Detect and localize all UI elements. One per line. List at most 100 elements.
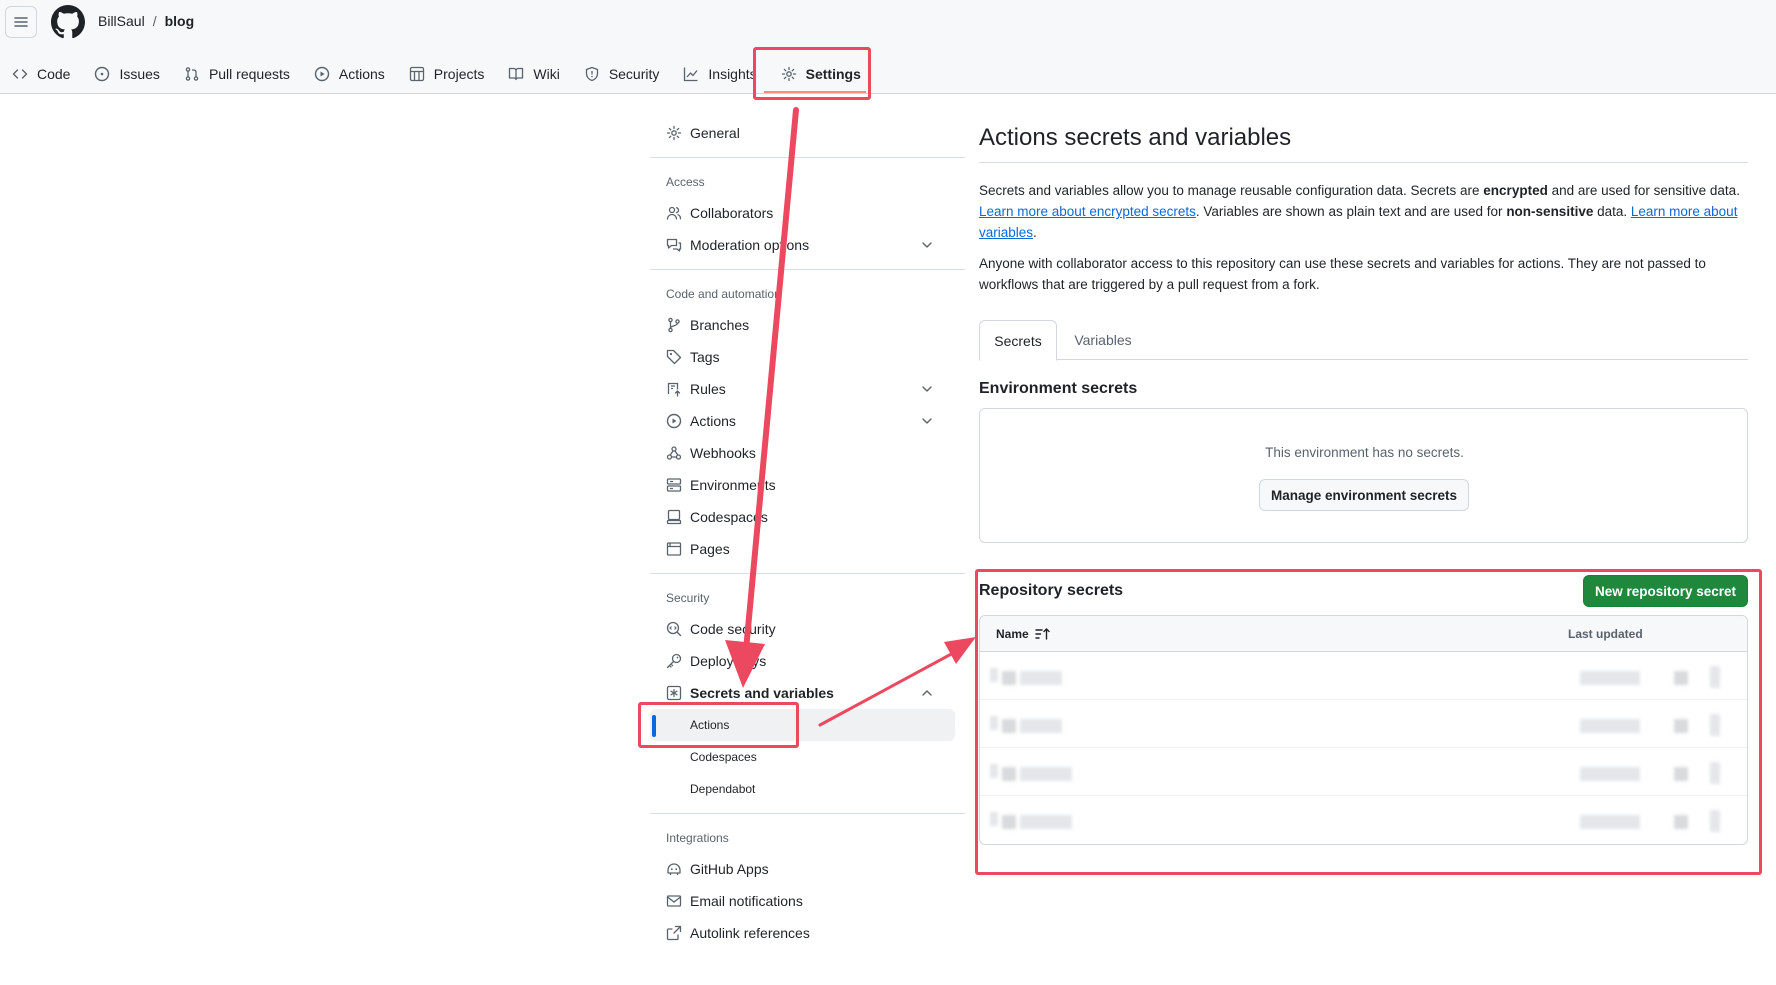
sidebar-item-actions[interactable]: Actions [650, 405, 955, 437]
redacted-block [990, 812, 998, 826]
repo-header: BillSaul / blog Code Issues Pull request… [0, 0, 1776, 94]
chevron-down-icon [922, 386, 932, 392]
menu-button[interactable] [5, 6, 37, 38]
sidebar-item-label: Secrets and variables [690, 685, 834, 701]
sidebar-item-rules[interactable]: Rules [650, 373, 955, 405]
sidebar-divider [650, 813, 965, 814]
sidebar-item-tags[interactable]: Tags [650, 341, 955, 373]
repo-link[interactable]: blog [165, 13, 195, 29]
sidebar-item-label: Rules [690, 381, 726, 397]
tab-projects[interactable]: Projects [397, 58, 497, 90]
sidebar-item-environments[interactable]: Environments [650, 469, 955, 501]
issue-icon [95, 66, 110, 82]
browser-icon [666, 542, 682, 556]
description-bold: encrypted [1483, 183, 1548, 198]
sidebar-divider [650, 573, 965, 574]
people-icon [666, 206, 682, 220]
page-title: Actions secrets and variables [979, 124, 1292, 151]
sidebar-item-collaborators[interactable]: Collaborators [650, 197, 955, 229]
sidebar-item-deploy-keys[interactable]: Deploy keys [650, 645, 955, 677]
tab-label: Wiki [533, 66, 560, 82]
sidebar-item-webhooks[interactable]: Webhooks [650, 437, 955, 469]
learn-more-secrets-link[interactable]: Learn more about encrypted secrets [979, 204, 1196, 219]
actions-icon [666, 413, 682, 429]
tab-secrets[interactable]: Secrets [979, 320, 1057, 361]
tab-wiki[interactable]: Wiki [496, 58, 571, 90]
tab-label: Issues [119, 66, 160, 82]
column-header-last-updated: Last updated [1568, 627, 1643, 641]
sidebar-item-label: Environments [690, 477, 776, 493]
sidebar-item-code-security[interactable]: Code security [650, 613, 955, 645]
tab-security[interactable]: Security [572, 58, 672, 90]
tag-icon [666, 349, 682, 365]
sidebar-subitem-codespaces[interactable]: Codespaces [650, 741, 955, 773]
sidebar-heading-access: Access [666, 175, 705, 189]
sidebar-item-label: Branches [690, 317, 750, 333]
redacted-block [1674, 719, 1688, 733]
sidebar-item-email-notifications[interactable]: Email notifications [650, 885, 955, 917]
tab-pull-requests[interactable]: Pull requests [172, 58, 302, 90]
sidebar-item-general[interactable]: General [650, 117, 955, 149]
sidebar-item-label: Tags [690, 349, 720, 365]
new-repository-secret-button[interactable]: New repository secret [1583, 575, 1748, 607]
owner-link[interactable]: BillSaul [98, 13, 145, 29]
codescan-icon [666, 621, 682, 637]
sidebar-subitem-actions[interactable]: Actions [650, 709, 955, 741]
manage-environment-secrets-button[interactable]: Manage environment secrets [1259, 479, 1469, 511]
tab-issues[interactable]: Issues [82, 58, 171, 90]
tab-settings[interactable]: Settings [769, 58, 873, 90]
sidebar-heading-code-automation: Code and automation [666, 287, 781, 301]
table-row [980, 748, 1747, 796]
tab-insights[interactable]: Insights [671, 58, 768, 90]
sidebar-item-moderation[interactable]: Moderation options [650, 229, 955, 261]
redacted-block [990, 668, 998, 682]
redacted-block [1020, 719, 1062, 733]
comment-discussion-icon [666, 238, 682, 252]
description-text: data. [1593, 204, 1631, 219]
sidebar-item-pages[interactable]: Pages [650, 533, 955, 565]
sidebar-item-label: Webhooks [690, 445, 756, 461]
column-header-label: Name [996, 627, 1029, 641]
table-row [980, 700, 1747, 748]
redacted-block [1580, 671, 1640, 685]
sidebar-item-label: Actions [690, 413, 736, 429]
collaborator-note: Anyone with collaborator access to this … [979, 256, 1706, 292]
asterisk-box-icon [666, 685, 682, 701]
column-header-name[interactable]: Name [996, 627, 1051, 641]
redacted-block [1002, 671, 1016, 685]
tab-code[interactable]: Code [0, 58, 82, 90]
redacted-block [1002, 719, 1016, 733]
tab-actions[interactable]: Actions [302, 58, 397, 90]
active-indicator [652, 715, 656, 737]
sidebar-item-branches[interactable]: Branches [650, 309, 955, 341]
sidebar-item-label: Code security [690, 621, 776, 637]
chevron-down-icon [922, 418, 932, 424]
tab-label: Security [608, 66, 660, 82]
sidebar-divider [650, 269, 965, 270]
tab-variables[interactable]: Variables [1057, 320, 1149, 360]
projects-icon [409, 66, 424, 82]
breadcrumb: BillSaul / blog [98, 13, 194, 29]
tab-label: Settings [805, 66, 861, 82]
graph-icon [684, 67, 698, 82]
actions-icon [314, 66, 330, 82]
sidebar-item-codespaces[interactable]: Codespaces [650, 501, 955, 533]
book-icon [509, 67, 524, 81]
sidebar-item-autolink-references[interactable]: Autolink references [650, 917, 955, 949]
tab-label: Pull requests [208, 66, 290, 82]
redacted-block [1674, 767, 1688, 781]
sidebar-item-secrets-and-variables[interactable]: Secrets and variables [650, 677, 955, 709]
sidebar-subitem-label: Codespaces [690, 750, 757, 764]
code-icon [12, 69, 28, 79]
tab-label: Insights [708, 66, 757, 82]
table-header: Name Last updated [980, 616, 1747, 652]
sidebar-item-github-apps[interactable]: GitHub Apps [650, 853, 955, 885]
sidebar-item-label: Codespaces [690, 509, 768, 525]
environment-secrets-heading: Environment secrets [979, 380, 1138, 397]
table-row [980, 652, 1747, 700]
sidebar-subitem-dependabot[interactable]: Dependabot [650, 773, 955, 805]
sort-asc-icon [1034, 628, 1050, 640]
repository-secrets-table: Name Last updated [979, 615, 1748, 845]
redacted-block [1020, 815, 1072, 829]
github-logo-icon[interactable] [51, 5, 85, 39]
